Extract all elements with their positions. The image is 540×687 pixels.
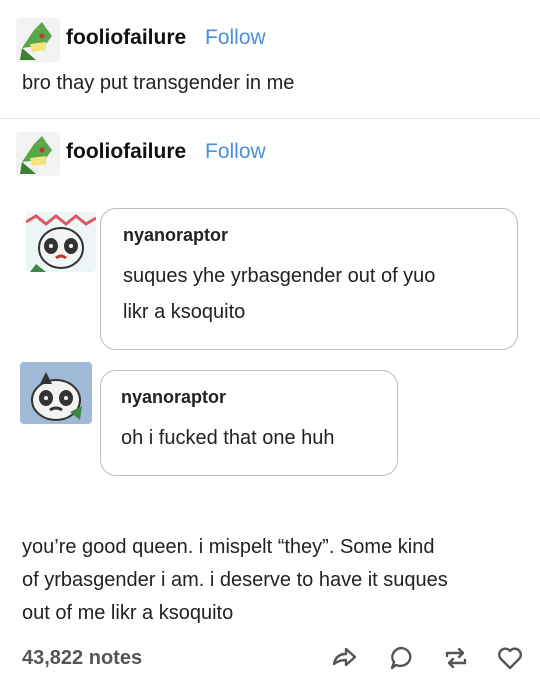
avatar-fooliofailure[interactable] — [16, 18, 60, 62]
avatar-nyanoraptor-1[interactable] — [26, 212, 96, 272]
pancham-avatar-icon — [20, 362, 92, 424]
reply-bubble-2: nyanoraptor oh i fucked that one huh — [100, 370, 398, 476]
post2-follow-link[interactable]: Follow — [205, 140, 266, 164]
avatar-nyanoraptor-2[interactable] — [20, 362, 92, 424]
reblog-icon[interactable] — [442, 644, 470, 672]
reply-icon[interactable] — [388, 644, 416, 672]
reply2-line-1: oh i fucked that one huh — [121, 427, 335, 449]
post1-username[interactable]: fooliofailure — [66, 26, 186, 50]
snivy-avatar-icon — [16, 18, 60, 62]
final-text-line-3: out of me likr a ksoquito — [22, 602, 234, 624]
final-text-line-2: of yrbasgender i am. i deserve to have i… — [22, 569, 448, 591]
divider — [0, 118, 540, 119]
notes-count[interactable]: 43,822 notes — [22, 647, 142, 670]
pancham-avatar-icon — [26, 212, 96, 272]
snivy-avatar-icon — [16, 132, 60, 176]
reply-bubble-1: nyanoraptor suques yhe yrbasgender out o… — [100, 208, 518, 350]
post2-username[interactable]: fooliofailure — [66, 140, 186, 164]
reply1-line-2: likr a ksoquito — [123, 301, 246, 323]
post1-follow-link[interactable]: Follow — [205, 26, 266, 50]
reply2-username[interactable]: nyanoraptor — [121, 387, 226, 408]
reply1-username[interactable]: nyanoraptor — [123, 225, 228, 246]
share-icon[interactable] — [330, 644, 358, 672]
post1-text: bro thay put transgender in me — [22, 72, 295, 94]
final-text-line-1: you’re good queen. i mispelt “they”. Som… — [22, 536, 435, 558]
reply1-line-1: suques yhe yrbasgender out of yuo — [123, 265, 436, 287]
avatar-fooliofailure-2[interactable] — [16, 132, 60, 176]
like-icon[interactable] — [496, 644, 524, 672]
